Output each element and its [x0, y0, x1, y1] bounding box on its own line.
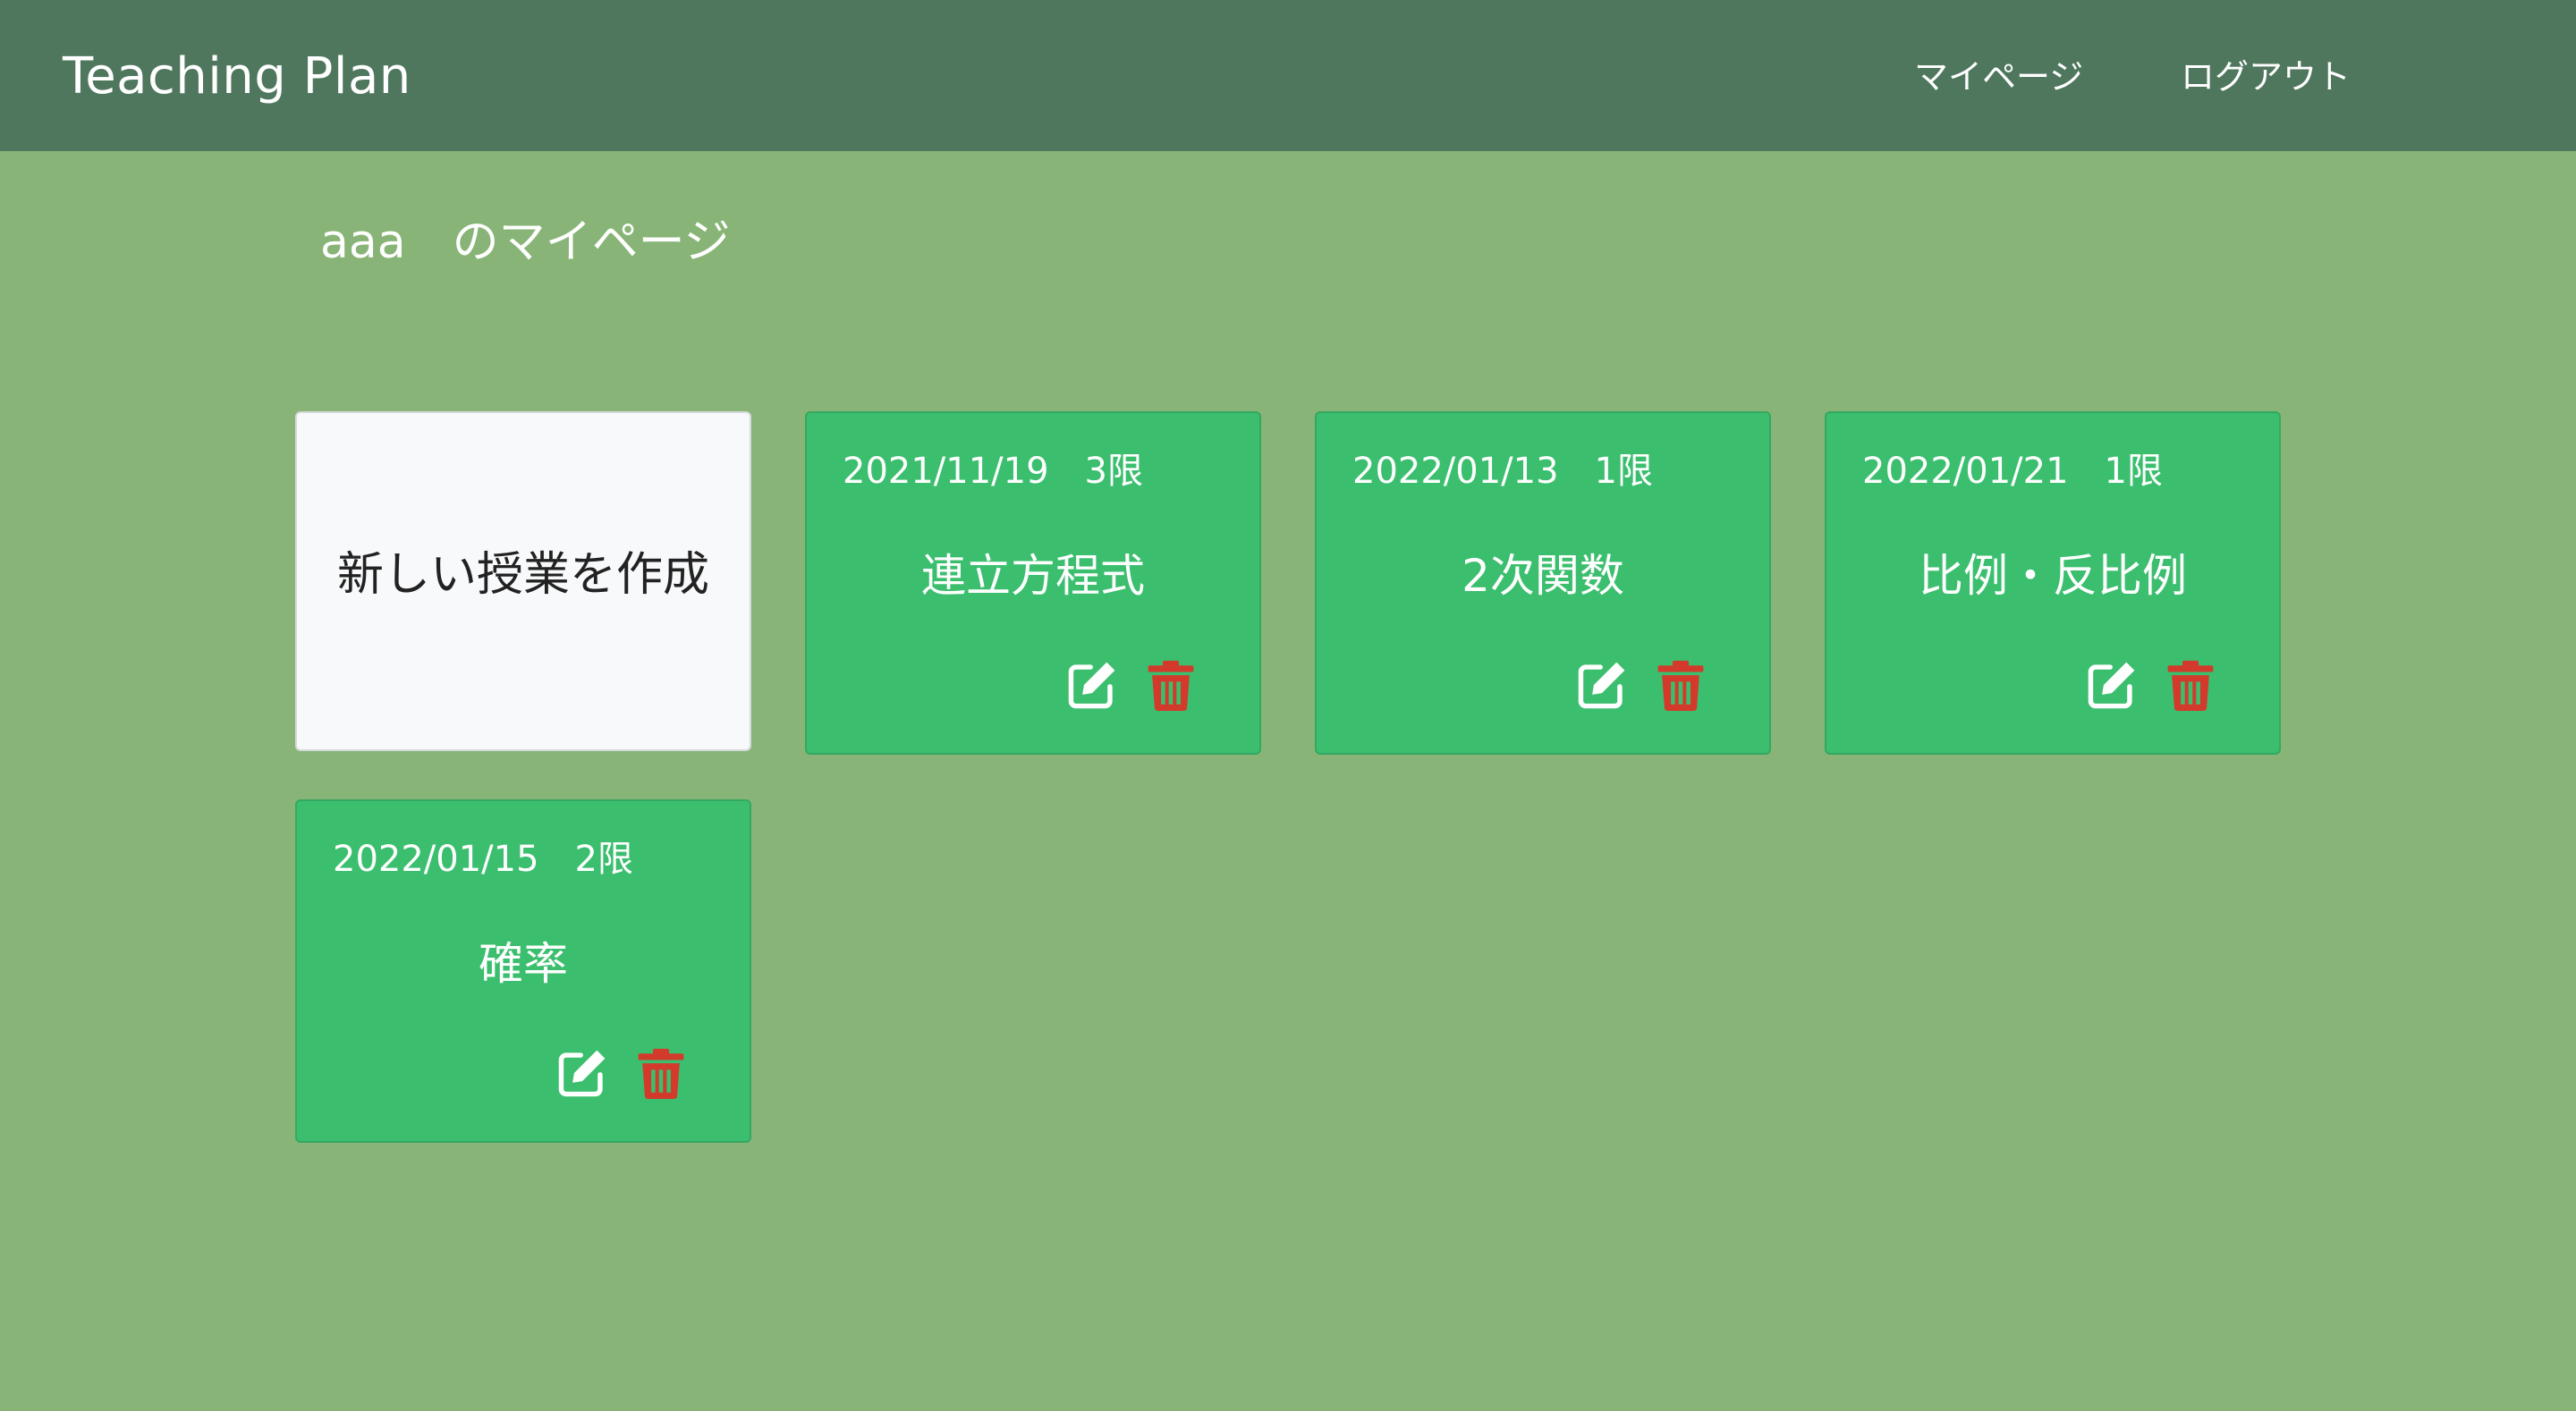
lesson-title: 連立方程式	[921, 550, 1145, 602]
lesson-date: 2021/11/19 3限	[843, 451, 1143, 492]
nav-link-logout[interactable]: ログアウト	[2181, 55, 2351, 98]
lesson-card[interactable]: 2022/01/15 2限 確率	[295, 799, 751, 1143]
lesson-card[interactable]: 2021/11/19 3限 連立方程式	[805, 411, 1261, 755]
trash-icon[interactable]	[1655, 656, 1707, 714]
lesson-title: 確率	[479, 938, 568, 990]
edit-icon[interactable]	[556, 1044, 608, 1102]
edit-icon[interactable]	[2086, 656, 2138, 714]
lesson-actions	[556, 1044, 687, 1102]
lesson-title: 比例・反比例	[1919, 550, 2187, 602]
lesson-title: 2次関数	[1462, 550, 1624, 602]
lesson-card[interactable]: 2022/01/21 1限 比例・反比例	[1825, 411, 2281, 755]
lesson-actions	[2086, 656, 2216, 714]
lesson-date: 2022/01/15 2限	[333, 839, 633, 880]
lesson-actions	[1576, 656, 1707, 714]
lesson-date: 2022/01/13 1限	[1352, 451, 1653, 492]
brand-logo[interactable]: Teaching Plan	[63, 46, 411, 107]
new-lesson-label: 新しい授業を作成	[336, 548, 709, 602]
page-title: aaa のマイページ	[320, 215, 731, 269]
lesson-date: 2022/01/21 1限	[1862, 451, 2163, 492]
lesson-actions	[1066, 656, 1197, 714]
trash-icon[interactable]	[635, 1044, 687, 1102]
nav-link-mypage[interactable]: マイページ	[1914, 55, 2083, 98]
edit-icon[interactable]	[1066, 656, 1118, 714]
lesson-card[interactable]: 2022/01/13 1限 2次関数	[1315, 411, 1771, 755]
edit-icon[interactable]	[1576, 656, 1628, 714]
trash-icon[interactable]	[2165, 656, 2216, 714]
navbar: Teaching Plan マイページ ログアウト	[0, 0, 2576, 151]
trash-icon[interactable]	[1145, 656, 1197, 714]
new-lesson-card[interactable]: 新しい授業を作成	[295, 411, 751, 751]
